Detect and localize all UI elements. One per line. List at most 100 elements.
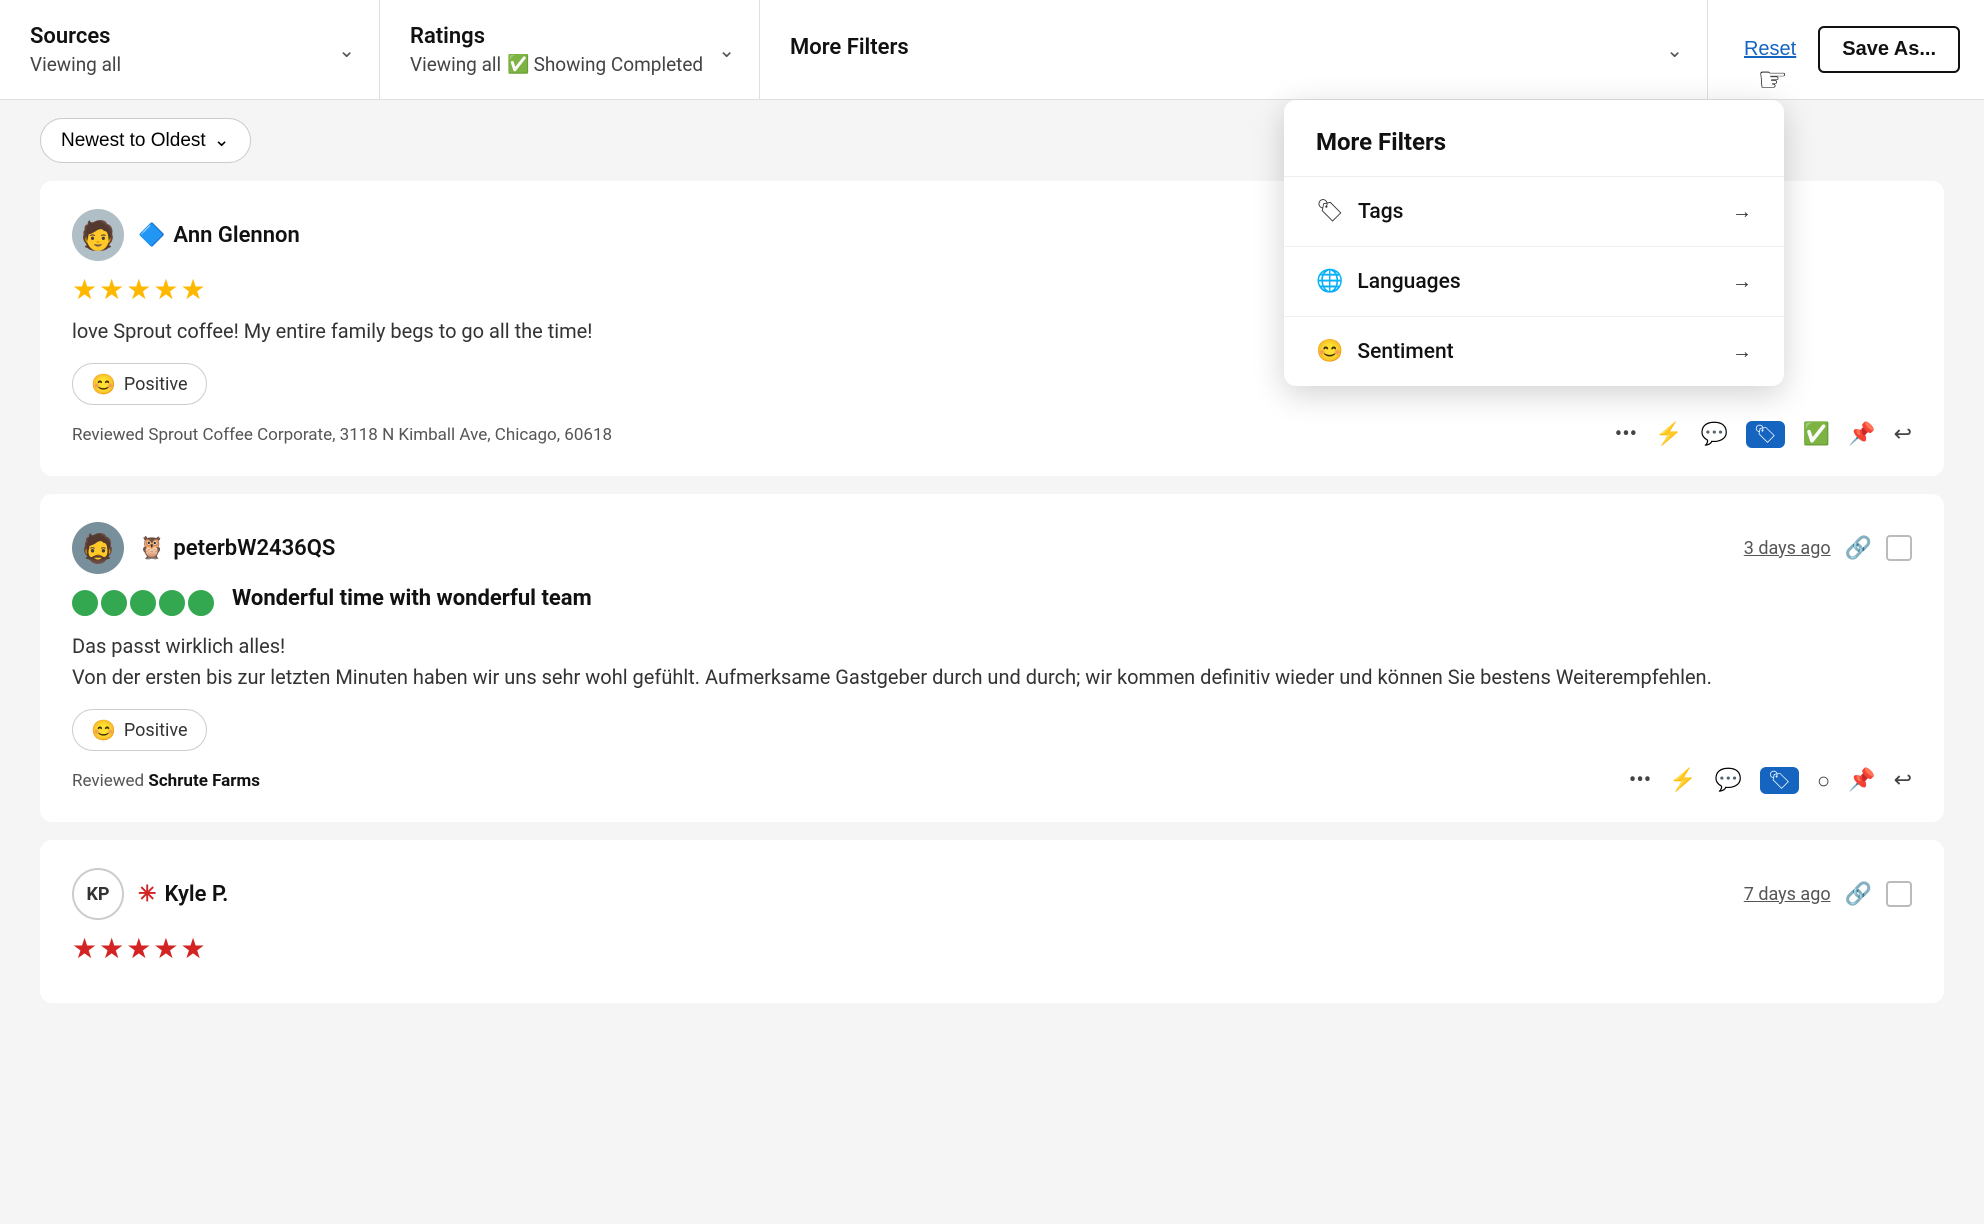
avatar-initials: KP	[86, 884, 109, 905]
stars-row: ★ ★ ★ ★ ★	[72, 932, 1912, 965]
tags-icon: 🏷	[1316, 199, 1344, 224]
save-as-button[interactable]: Save As...	[1818, 26, 1960, 73]
star-icon: ★	[153, 932, 178, 965]
review-location: Reviewed Sprout Coffee Corporate, 3118 N…	[72, 425, 612, 445]
tags-filter-option[interactable]: 🏷 Tags →	[1284, 177, 1784, 247]
share-icon[interactable]: ↩	[1894, 768, 1912, 793]
more-filters-dropdown: More Filters 🏷 Tags → 🌐 Languages → 😊 Se…	[1284, 100, 1784, 386]
review-checkbox[interactable]	[1886, 535, 1912, 561]
star-icon: ★	[153, 273, 178, 306]
reply-icon[interactable]: 💬	[1715, 768, 1742, 793]
tag-icon[interactable]: 🏷	[1746, 421, 1785, 448]
more-filters-chevron-icon: ⌄	[1666, 38, 1683, 62]
star-icon: ★	[72, 273, 97, 306]
review-checkbox[interactable]	[1886, 881, 1912, 907]
star-icon: ★	[126, 273, 151, 306]
ta-circle	[72, 590, 98, 616]
user-name: ✳ Kyle P.	[138, 882, 228, 907]
ta-circle	[188, 590, 214, 616]
ratings-chevron-icon: ⌄	[718, 38, 735, 62]
more-options-icon[interactable]: •••	[1629, 768, 1651, 793]
review-header: KP ✳ Kyle P. 7 days ago 🔗	[72, 868, 1912, 920]
top-actions: Reset Save As...	[1707, 0, 1984, 99]
languages-icon: 🌐	[1316, 269, 1343, 294]
sort-label: Newest to Oldest	[61, 130, 206, 152]
languages-label: Languages	[1357, 270, 1460, 294]
sentiment-badge: 😊 Positive	[72, 363, 207, 405]
ratings-sub: Viewing all ✅ Showing Completed	[410, 53, 729, 76]
review-header: 🧔 🦉 peterbW2436QS 3 days ago 🔗	[72, 522, 1912, 574]
review-meta-right: 3 days ago 🔗	[1744, 535, 1912, 561]
ta-circle	[101, 590, 127, 616]
ratings-label: Ratings	[410, 24, 729, 49]
review-footer: Reviewed Sprout Coffee Corporate, 3118 N…	[72, 421, 1912, 448]
filter-bar: Sources Viewing all ⌄ Ratings Viewing al…	[0, 0, 1984, 100]
completed-icon: ✅	[507, 54, 529, 75]
avatar: 🧑	[72, 209, 124, 261]
sentiment-arrow-icon: →	[1732, 339, 1752, 364]
star-icon: ★	[99, 932, 124, 965]
review-title: Wonderful time with wonderful team	[232, 586, 592, 611]
review-user: 🧔 🦉 peterbW2436QS	[72, 522, 335, 574]
boost-icon[interactable]: ⚡	[1655, 422, 1682, 447]
sentiment-filter-option[interactable]: 😊 Sentiment →	[1284, 317, 1784, 386]
review-meta-right: 7 days ago 🔗	[1744, 881, 1912, 907]
action-icons: ••• ⚡ 💬 🏷 ✅ 📌 ↩	[1615, 421, 1912, 448]
review-text: Das passt wirklich alles! Von der ersten…	[72, 631, 1912, 693]
avatar: 🧔	[72, 522, 124, 574]
more-options-icon[interactable]: •••	[1615, 422, 1637, 447]
star-icon: ★	[72, 932, 97, 965]
sentiment-smile-icon: 😊	[91, 372, 116, 396]
sentiment-label: Sentiment	[1357, 340, 1453, 364]
review-card: 🧔 🦉 peterbW2436QS 3 days ago 🔗	[40, 494, 1944, 822]
more-filters-section[interactable]: More Filters ⌄	[760, 0, 1707, 99]
boost-icon[interactable]: ⚡	[1669, 768, 1696, 793]
sources-label: Sources	[30, 24, 349, 49]
user-name: 🦉 peterbW2436QS	[138, 536, 335, 561]
star-icon: ★	[180, 932, 205, 965]
languages-filter-option[interactable]: 🌐 Languages →	[1284, 247, 1784, 317]
review-time[interactable]: 3 days ago	[1744, 538, 1831, 559]
ta-circles	[72, 590, 214, 616]
sources-filter[interactable]: Sources Viewing all ⌄	[0, 0, 380, 99]
review-location: Reviewed Schrute Farms	[72, 771, 260, 791]
review-card: KP ✳ Kyle P. 7 days ago 🔗 ★ ★ ★ ★ ★	[40, 840, 1944, 1003]
sort-dropdown[interactable]: Newest to Oldest ⌄	[40, 118, 251, 163]
sort-chevron-icon: ⌄	[214, 129, 230, 152]
sentiment-badge: 😊 Positive	[72, 709, 207, 751]
tripadvisor-badge-icon: 🦉	[138, 536, 165, 561]
sources-chevron-icon: ⌄	[338, 38, 355, 62]
link-icon[interactable]: 🔗	[1845, 536, 1872, 561]
languages-arrow-icon: →	[1732, 269, 1752, 294]
tag-icon[interactable]: 🏷	[1760, 767, 1799, 794]
yelp-badge-icon: ✳	[138, 882, 156, 907]
reset-button[interactable]: Reset	[1732, 30, 1808, 69]
sources-sub: Viewing all	[30, 53, 349, 76]
more-filters-label: More Filters	[790, 35, 1677, 60]
review-user: 🧑 🔷 Ann Glennon	[72, 209, 300, 261]
sentiment-smile-icon: 😊	[91, 718, 116, 742]
ta-circle	[130, 590, 156, 616]
reply-icon[interactable]: 💬	[1700, 422, 1727, 447]
platform-badge-icon: 🔷	[138, 223, 165, 248]
completed-badge: ✅ Showing Completed	[507, 53, 703, 76]
pin-icon[interactable]: 📌	[1848, 422, 1875, 447]
user-name: 🔷 Ann Glennon	[138, 223, 300, 248]
tags-label: Tags	[1358, 200, 1403, 224]
tags-arrow-icon: →	[1732, 199, 1752, 224]
review-time[interactable]: 7 days ago	[1744, 884, 1831, 905]
complete-icon[interactable]: ○	[1817, 768, 1830, 794]
ta-circle	[159, 590, 185, 616]
star-icon: ★	[180, 273, 205, 306]
pin-icon[interactable]: 📌	[1848, 768, 1875, 793]
star-icon: ★	[99, 273, 124, 306]
avatar: KP	[72, 868, 124, 920]
share-icon[interactable]: ↩	[1894, 422, 1912, 447]
ratings-filter[interactable]: Ratings Viewing all ✅ Showing Completed …	[380, 0, 760, 99]
star-icon: ★	[126, 932, 151, 965]
review-user: KP ✳ Kyle P.	[72, 868, 228, 920]
dropdown-panel-title: More Filters	[1284, 100, 1784, 177]
complete-icon[interactable]: ✅	[1803, 422, 1830, 447]
link-icon[interactable]: 🔗	[1845, 882, 1872, 907]
ta-circles-row: Wonderful time with wonderful team	[72, 586, 1912, 619]
